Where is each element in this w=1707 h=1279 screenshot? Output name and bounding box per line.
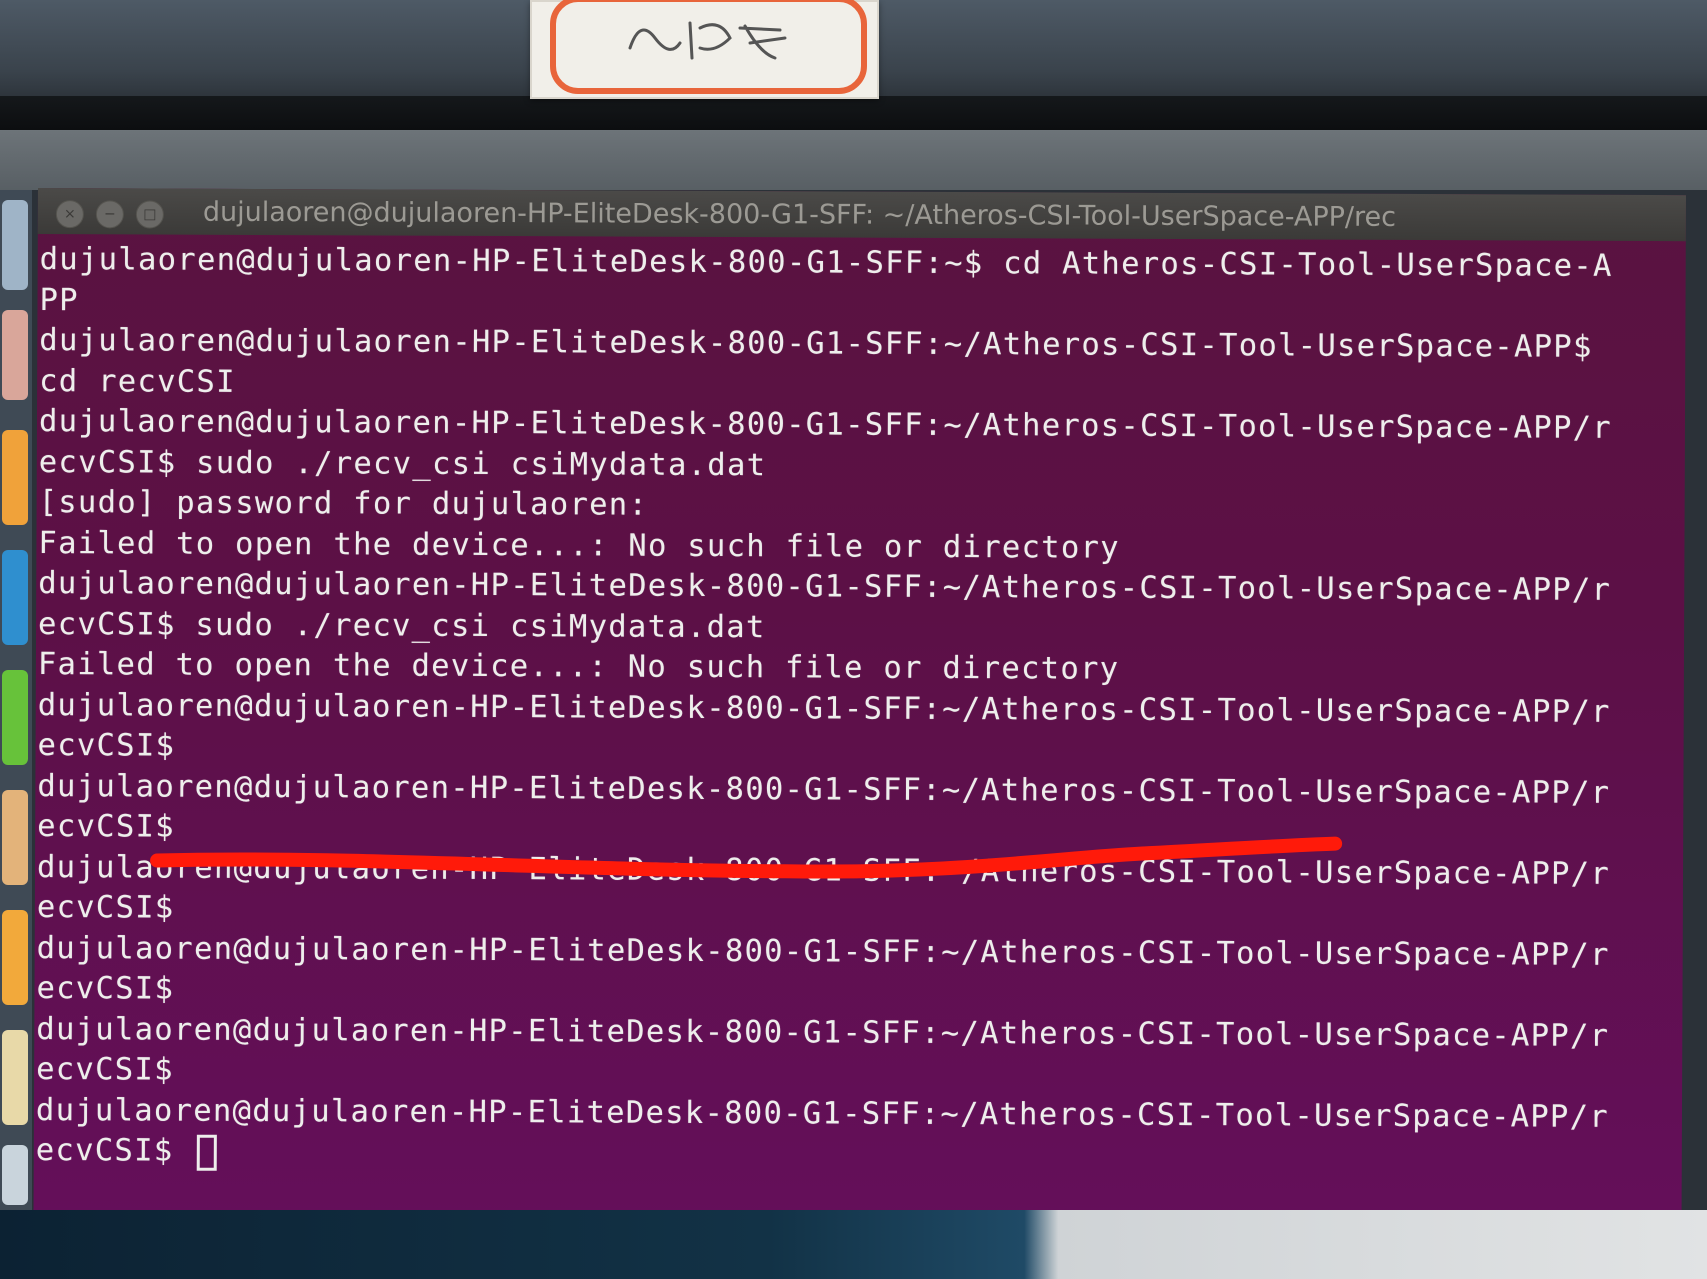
terminal-prompt: ecvCSI$: [35, 1132, 194, 1169]
terminal-line: dujulaoren@dujulaoren-HP-EliteDesk-800-G…: [36, 849, 1611, 892]
launcher-app-icon[interactable]: [2, 430, 28, 525]
terminal-line: dujulaoren@dujulaoren-HP-EliteDesk-800-G…: [35, 1092, 1610, 1135]
launcher-app-icon[interactable]: [2, 200, 28, 290]
launcher-app-icon[interactable]: [2, 550, 28, 645]
terminal-line: dujulaoren@dujulaoren-HP-EliteDesk-800-G…: [38, 404, 1613, 446]
terminal-line: ecvCSI$ sudo ./recv_csi csiMydata.dat: [38, 444, 767, 483]
launcher-app-icon[interactable]: [2, 910, 28, 1005]
launcher-app-icon[interactable]: [2, 670, 28, 765]
terminal-line: cd recvCSI: [39, 363, 236, 400]
launcher-bar: [0, 190, 32, 1279]
maximize-icon: □: [143, 206, 157, 223]
terminal-line: dujulaoren@dujulaoren-HP-EliteDesk-800-G…: [38, 566, 1612, 608]
terminal-line: ecvCSI$: [36, 890, 175, 926]
window-title: dujulaoren@dujulaoren-HP-EliteDesk-800-G…: [202, 196, 1397, 233]
launcher-app-icon[interactable]: [2, 1145, 28, 1205]
minimize-icon: −: [103, 206, 116, 223]
terminal-line: ecvCSI$: [36, 971, 175, 1007]
sticker-handwriting: [628, 21, 787, 60]
text-cursor: [197, 1134, 218, 1171]
terminal-line: dujulaoren@dujulaoren-HP-EliteDesk-800-G…: [37, 687, 1611, 730]
terminal-line: Failed to open the device...: No such fi…: [38, 525, 1120, 566]
sticker-label: [530, 0, 879, 99]
screen-top-area: [0, 130, 1707, 190]
terminal-line: ecvCSI$: [36, 1052, 174, 1088]
desktop-background: [0, 1210, 1707, 1279]
minimize-button[interactable]: −: [95, 200, 124, 229]
terminal-line: dujulaoren@dujulaoren-HP-EliteDesk-800-G…: [36, 1011, 1610, 1054]
terminal-line: ecvCSI$: [37, 809, 175, 845]
terminal-line: dujulaoren@dujulaoren-HP-EliteDesk-800-G…: [37, 768, 1611, 811]
terminal-line: ecvCSI$ sudo ./recv_csi csiMydata.dat: [38, 606, 766, 645]
terminal-line: Failed to open the device...: No such fi…: [37, 647, 1120, 687]
launcher-app-icon[interactable]: [2, 790, 28, 885]
launcher-app-icon[interactable]: [2, 1030, 28, 1125]
terminal-line: PP: [39, 282, 79, 318]
terminal-prompt-line[interactable]: ecvCSI$: [36, 1131, 1676, 1179]
close-icon: ×: [63, 206, 76, 223]
terminal-line: [sudo] password for dujulaoren:: [38, 485, 649, 523]
terminal-line: dujulaoren@dujulaoren-HP-EliteDesk-800-G…: [39, 242, 1613, 284]
maximize-button[interactable]: □: [135, 200, 164, 229]
terminal-line: dujulaoren@dujulaoren-HP-EliteDesk-800-G…: [36, 930, 1610, 973]
terminal-line: ecvCSI$: [37, 728, 176, 764]
terminal-titlebar[interactable]: × − □ dujulaoren@dujulaoren-HP-EliteDesk…: [37, 188, 1686, 242]
terminal-output[interactable]: dujulaoren@dujulaoren-HP-EliteDesk-800-G…: [36, 240, 1680, 1217]
close-button[interactable]: ×: [55, 200, 84, 229]
monitor-bezel-edge: [0, 96, 1707, 130]
terminal-line: dujulaoren@dujulaoren-HP-EliteDesk-800-G…: [39, 323, 1593, 365]
terminal-window[interactable]: × − □ dujulaoren@dujulaoren-HP-EliteDesk…: [33, 188, 1686, 1231]
launcher-app-icon[interactable]: [2, 310, 28, 400]
